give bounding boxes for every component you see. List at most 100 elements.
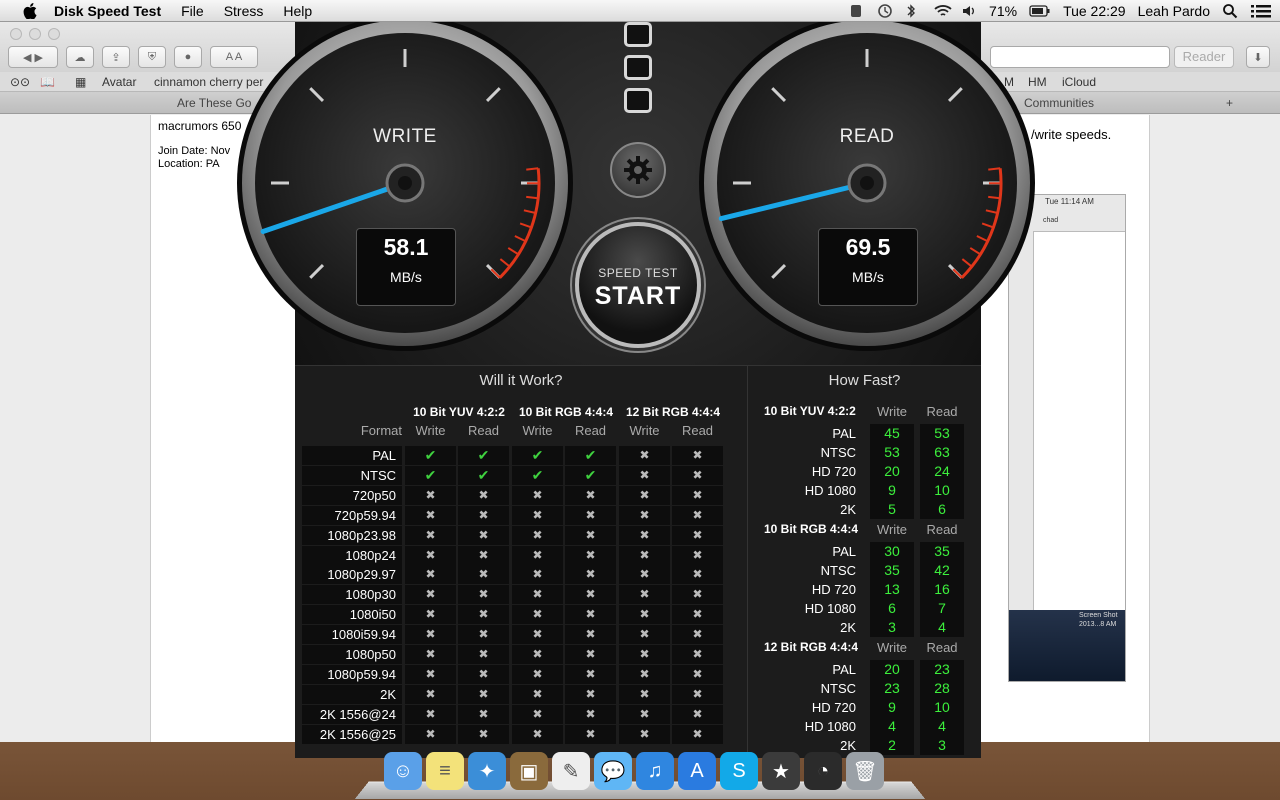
start-speed-test-button[interactable]: SPEED TEST START [575, 222, 701, 348]
how-fast-write-value: 5 [870, 500, 914, 519]
cross-icon: ✖ [458, 605, 509, 625]
file-menu[interactable]: File [181, 3, 204, 19]
format-row: 1080p50 ✖ ✖ ✖ ✖ ✖ ✖ [302, 645, 730, 664]
stress-menu[interactable]: Stress [224, 3, 264, 19]
share-icon[interactable]: ⇪ [102, 46, 130, 68]
how-fast-write-value: 9 [870, 481, 914, 500]
reading-list-icon[interactable]: ⊙⊙ [10, 75, 30, 89]
app-name-menu[interactable]: Disk Speed Test [54, 3, 161, 19]
cross-icon: ✖ [405, 724, 456, 744]
cross-icon: ✖ [565, 545, 616, 565]
volume-icon[interactable] [961, 3, 977, 19]
new-tab-icon[interactable]: + [1226, 96, 1233, 110]
menubar-clock[interactable]: Tue 22:29 [1063, 3, 1126, 19]
cross-icon: ✖ [672, 625, 723, 645]
post-text-fragment: /write speeds. [1031, 127, 1112, 142]
write-readout: 58.1 MB/s [356, 234, 456, 285]
how-fast-row: HD 720 20 24 [756, 462, 976, 481]
format-label: 1080p29.97 [302, 565, 402, 585]
how-fast-read-value: 53 [920, 424, 964, 443]
format-row: PAL ✔ ✔ ✔ ✔ ✖ ✖ [302, 446, 730, 465]
bookmarks-book-icon[interactable]: 📖 [40, 75, 55, 89]
close-window-button[interactable] [10, 28, 22, 40]
trash-icon[interactable]: 🗑 [846, 752, 884, 790]
how-fast-row: NTSC 53 63 [756, 443, 976, 462]
bookmark-icloud[interactable]: iCloud [1062, 75, 1096, 89]
cross-icon: ✖ [619, 625, 670, 645]
how-fast-read-value: 28 [920, 679, 964, 698]
top-sites-icon[interactable]: ▦ [75, 75, 86, 89]
checkmark-icon: ✔ [405, 446, 456, 465]
read-speed-value: 69.5 [845, 234, 891, 260]
time-machine-icon[interactable] [877, 3, 893, 19]
format-row: NTSC ✔ ✔ ✔ ✔ ✖ ✖ [302, 465, 730, 485]
evernote-icon[interactable] [849, 3, 865, 19]
wifi-icon[interactable] [933, 3, 952, 19]
finder-icon[interactable]: ☺ [384, 752, 422, 790]
format-label: 1080i59.94 [302, 625, 402, 645]
how-fast-read-value: 4 [920, 618, 964, 637]
minimize-window-button[interactable] [29, 28, 41, 40]
lightbulb-icon[interactable]: ● [174, 46, 202, 68]
notification-center-icon[interactable] [1250, 3, 1272, 19]
iphoto-icon[interactable]: ▣ [510, 752, 548, 790]
app-store-icon[interactable]: A [678, 752, 716, 790]
cross-icon: ✖ [672, 684, 723, 704]
read-gauge: READ 69.5 MB/s [698, 14, 1036, 352]
user-title: macrumors 650 [158, 119, 242, 133]
cross-icon: ✖ [405, 605, 456, 625]
how-fast-row: NTSC 35 42 [756, 561, 976, 580]
how-fast-write-value: 4 [870, 717, 914, 736]
cross-icon: ✖ [458, 545, 509, 565]
how-fast-read-header: Read [926, 522, 958, 537]
format-row: 720p59.94 ✖ ✖ ✖ ✖ ✖ ✖ [302, 505, 730, 525]
battery-icon[interactable] [1029, 3, 1051, 19]
settings-gear-icon[interactable] [610, 142, 666, 198]
how-fast-row: PAL 45 53 [756, 424, 976, 443]
format-row: 1080i50 ✖ ✖ ✖ ✖ ✖ ✖ [302, 605, 730, 625]
bookmark-avatar[interactable]: Avatar [102, 75, 136, 89]
skype-icon[interactable]: S [720, 752, 758, 790]
help-menu[interactable]: Help [283, 3, 312, 19]
menubar-user[interactable]: Leah Pardo [1138, 3, 1210, 19]
cross-icon: ✖ [512, 625, 563, 645]
how-fast-read-value: 6 [920, 500, 964, 519]
format-row: 720p50 ✖ ✖ ✖ ✖ ✖ ✖ [302, 485, 730, 505]
how-fast-row: PAL 20 23 [756, 660, 976, 679]
cross-icon: ✖ [458, 505, 509, 525]
cross-icon: ✖ [672, 505, 723, 525]
menu-bar: Disk Speed Test File Stress Help 71% Tue… [0, 0, 1280, 22]
group-header-rgb444-12: 12 Bit RGB 4:4:4 [625, 405, 721, 419]
checkmark-icon: ✔ [565, 465, 616, 485]
icloud-tabs-icon[interactable]: ☁ [66, 46, 94, 68]
downloads-icon[interactable]: ⬇ [1246, 46, 1270, 68]
cross-icon: ✖ [619, 704, 670, 724]
zoom-window-button[interactable] [48, 28, 60, 40]
how-fast-write-value: 53 [870, 443, 914, 462]
messages-icon[interactable]: 💬 [594, 752, 632, 790]
how-fast-read-header: Read [926, 640, 958, 655]
how-fast-format-label: NTSC [820, 681, 856, 696]
stickies-icon[interactable]: ≡ [426, 752, 464, 790]
thumb-window [1033, 231, 1125, 611]
disk-speed-test-icon[interactable]: ◔ [804, 752, 842, 790]
how-fast-row: PAL 30 35 [756, 542, 976, 561]
shield-icon[interactable]: ⛨ [138, 46, 166, 68]
imovie-icon[interactable]: ★ [762, 752, 800, 790]
how-fast-format-label: HD 1080 [804, 719, 856, 734]
checkmark-icon: ✔ [458, 446, 509, 465]
cross-icon: ✖ [512, 565, 563, 585]
safari-icon[interactable]: ✦ [468, 752, 506, 790]
reader-button[interactable]: Reader [1174, 46, 1234, 68]
how-fast-section-header: 12 Bit RGB 4:4:4 [764, 640, 859, 654]
how-fast-write-value: 13 [870, 580, 914, 599]
bluetooth-icon[interactable] [905, 3, 921, 19]
apple-menu-icon[interactable] [20, 2, 40, 20]
textedit-icon[interactable]: ✎ [552, 752, 590, 790]
spotlight-icon[interactable] [1222, 3, 1238, 19]
format-label: 2K 1556@25 [302, 724, 402, 744]
cross-icon: ✖ [672, 545, 723, 565]
back-forward-button[interactable]: ◀ ▶ [8, 46, 58, 68]
itunes-icon[interactable]: ♫ [636, 752, 674, 790]
battery-percent[interactable]: 71% [989, 3, 1017, 19]
